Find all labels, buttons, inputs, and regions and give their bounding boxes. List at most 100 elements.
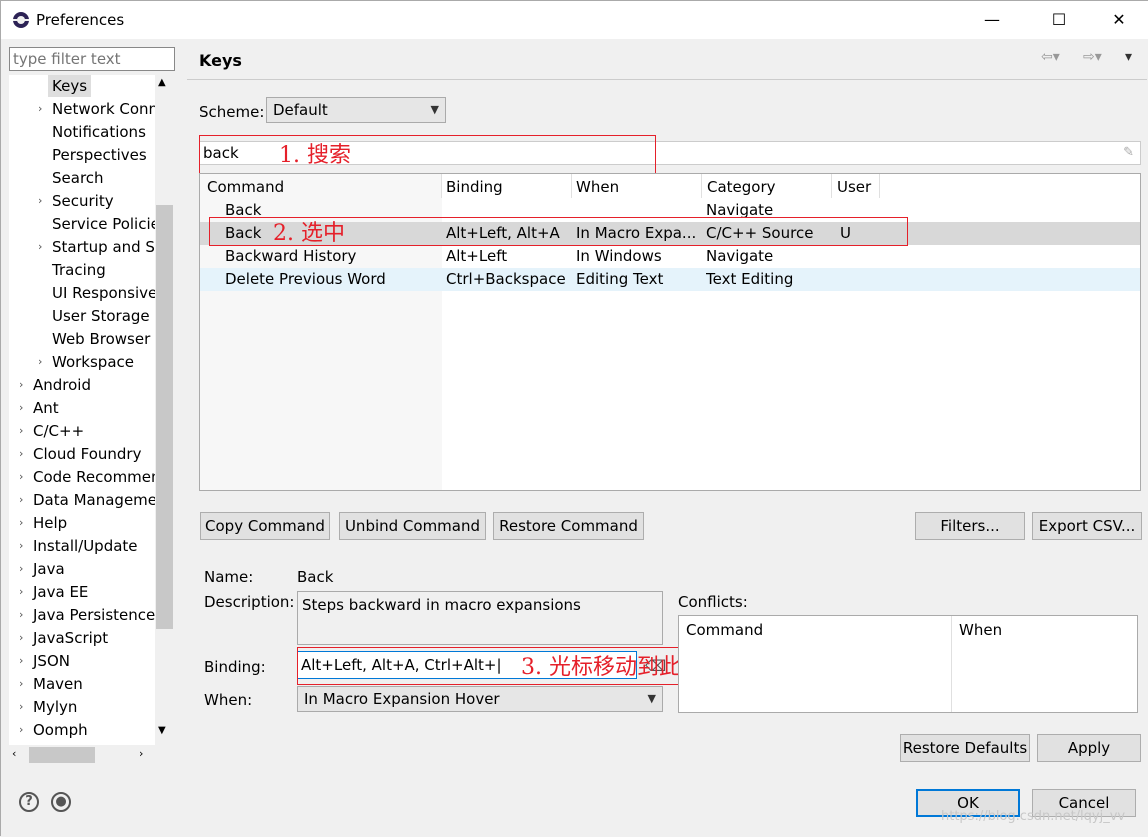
tree-item[interactable]: Notifications: [52, 121, 146, 143]
expand-chevron-icon[interactable]: ›: [19, 650, 23, 672]
tree-item-label: Search: [52, 169, 104, 187]
help-icon[interactable]: ?: [19, 792, 39, 812]
description-value: Steps backward in macro expansions: [302, 596, 581, 614]
tree-item[interactable]: Tracing: [52, 259, 106, 281]
tree-item[interactable]: › Data Managemen: [19, 489, 155, 511]
table-header-user[interactable]: User: [837, 176, 871, 198]
tree-item[interactable]: › Cloud Foundry: [19, 443, 141, 465]
expand-chevron-icon[interactable]: ›: [19, 420, 23, 442]
tree-item[interactable]: › Oomph: [19, 719, 88, 741]
tree-item[interactable]: › Maven: [19, 673, 83, 695]
tree-item-label: JavaScript: [33, 629, 109, 647]
scheme-value: Default: [273, 101, 328, 119]
tree-item[interactable]: Keys: [48, 75, 92, 97]
tree-item[interactable]: › Help: [19, 512, 67, 534]
hscroll-thumb[interactable]: [29, 747, 95, 763]
tree-item[interactable]: › JSON: [19, 650, 70, 672]
tree-horizontal-scrollbar[interactable]: ‹ ›: [9, 745, 155, 765]
tree-item[interactable]: › Ant: [19, 397, 59, 419]
tree-item-label: Code Recommen: [33, 468, 155, 486]
clear-icon[interactable]: ✎: [1123, 142, 1134, 164]
filter-input[interactable]: [9, 47, 175, 71]
copy-command-button[interactable]: Copy Command: [200, 512, 330, 540]
close-button[interactable]: ✕: [1096, 7, 1142, 33]
expand-chevron-icon[interactable]: ›: [38, 190, 42, 212]
minimize-button[interactable]: —: [969, 7, 1015, 33]
expand-chevron-icon[interactable]: ›: [38, 236, 42, 258]
scroll-thumb[interactable]: [156, 205, 173, 629]
tree-item[interactable]: › Mylyn: [19, 696, 78, 718]
tree-vertical-scrollbar[interactable]: ▲ ▼: [155, 75, 175, 745]
table-header-category[interactable]: Category: [707, 176, 776, 198]
scheme-select[interactable]: Default ▼: [266, 97, 446, 123]
conflicts-header-command[interactable]: Command: [686, 621, 763, 639]
expand-chevron-icon[interactable]: ›: [19, 374, 23, 396]
filters-button[interactable]: Filters...: [915, 512, 1025, 540]
tree-item[interactable]: › JavaScript: [19, 627, 109, 649]
expand-chevron-icon[interactable]: ›: [19, 696, 23, 718]
conflicts-table: Command When: [678, 615, 1138, 713]
tree-item-label: Android: [33, 376, 91, 394]
expand-chevron-icon[interactable]: ›: [38, 98, 42, 120]
tree-item[interactable]: › Code Recommen: [19, 466, 155, 488]
expand-chevron-icon[interactable]: ›: [19, 558, 23, 580]
tree-item[interactable]: › Security: [38, 190, 114, 212]
when-select[interactable]: In Macro Expansion Hover ▼: [297, 686, 663, 712]
expand-chevron-icon[interactable]: ›: [19, 489, 23, 511]
expand-chevron-icon[interactable]: ›: [19, 627, 23, 649]
tree-item[interactable]: Web Browser: [52, 328, 150, 350]
tree-item[interactable]: › Java Persistence: [19, 604, 155, 626]
dialog-footer: ? ● OK Cancel: [1, 771, 1148, 837]
import-export-icon[interactable]: ●: [51, 792, 71, 812]
view-menu-icon[interactable]: ▾: [1125, 49, 1132, 65]
back-arrow-icon[interactable]: ⇦▾: [1041, 49, 1060, 65]
tree-item[interactable]: Service Policie: [52, 213, 155, 235]
table-header-command[interactable]: Command: [207, 176, 284, 198]
conflicts-header-when[interactable]: When: [959, 621, 1002, 639]
table-row[interactable]: Delete Previous Word Ctrl+Backspace Editin…: [200, 268, 1140, 291]
table-row[interactable]: Backward History Alt+Left In Windows Naviga…: [200, 245, 1140, 268]
expand-chevron-icon[interactable]: ›: [19, 604, 23, 626]
expand-chevron-icon[interactable]: ›: [19, 673, 23, 695]
tree-item[interactable]: Search: [52, 167, 104, 189]
maximize-button[interactable]: ☐: [1036, 7, 1082, 33]
tree-item-label: Maven: [33, 675, 83, 693]
tree-item[interactable]: UI Responsive: [52, 282, 155, 304]
scroll-left-icon[interactable]: ‹: [12, 747, 16, 760]
annotation-box-1: [199, 135, 656, 175]
expand-chevron-icon[interactable]: ›: [19, 397, 23, 419]
table-cell: Navigate: [706, 247, 774, 265]
table-cell: In Windows: [576, 247, 662, 265]
expand-chevron-icon[interactable]: ›: [19, 512, 23, 534]
tree-item[interactable]: Perspectives: [52, 144, 147, 166]
tree-item-label: Keys: [52, 77, 88, 95]
table-cell: [840, 268, 965, 291]
apply-button[interactable]: Apply: [1037, 734, 1141, 762]
table-header-when[interactable]: When: [576, 176, 619, 198]
tree-item[interactable]: › Install/Update: [19, 535, 138, 557]
tree-item[interactable]: › Network Conn: [38, 98, 155, 120]
expand-chevron-icon[interactable]: ›: [38, 351, 42, 373]
restore-command-button[interactable]: Restore Command: [493, 512, 644, 540]
scroll-up-icon[interactable]: ▲: [158, 77, 166, 88]
export-csv-button[interactable]: Export CSV...: [1032, 512, 1142, 540]
restore-defaults-button[interactable]: Restore Defaults: [900, 734, 1030, 762]
scroll-right-icon[interactable]: ›: [139, 747, 143, 760]
forward-arrow-icon[interactable]: ⇨▾: [1083, 49, 1102, 65]
unbind-command-button[interactable]: Unbind Command: [339, 512, 486, 540]
expand-chevron-icon[interactable]: ›: [19, 466, 23, 488]
tree-item[interactable]: User Storage S: [52, 305, 155, 327]
table-header-binding[interactable]: Binding: [446, 176, 503, 198]
tree-item-label: Mylyn: [33, 698, 78, 716]
expand-chevron-icon[interactable]: ›: [19, 535, 23, 557]
scroll-down-icon[interactable]: ▼: [158, 725, 166, 736]
expand-chevron-icon[interactable]: ›: [19, 719, 23, 741]
tree-item[interactable]: › Java EE: [19, 581, 88, 603]
expand-chevron-icon[interactable]: ›: [19, 581, 23, 603]
tree-item[interactable]: › Workspace: [38, 351, 134, 373]
tree-item[interactable]: › Java: [19, 558, 65, 580]
tree-item[interactable]: › C/C++: [19, 420, 84, 442]
expand-chevron-icon[interactable]: ›: [19, 443, 23, 465]
tree-item[interactable]: › Startup and Sh: [38, 236, 155, 258]
tree-item[interactable]: › Android: [19, 374, 91, 396]
